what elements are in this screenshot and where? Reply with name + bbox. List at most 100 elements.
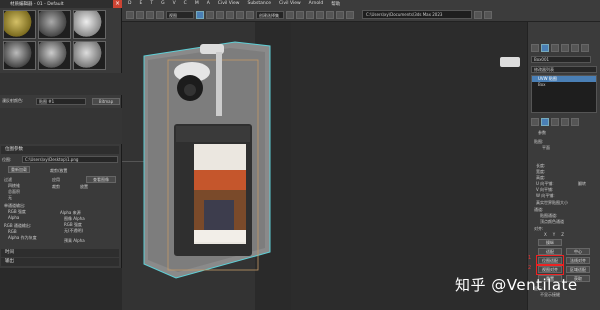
project-path[interactable]: C:\Users\xy\Documents\3ds Max 2023 bbox=[362, 10, 472, 19]
view-dropdown[interactable]: 视图 bbox=[166, 10, 194, 19]
link-icon[interactable] bbox=[146, 10, 154, 19]
planar-radio[interactable]: 平面 bbox=[542, 145, 550, 151]
mirror-icon[interactable] bbox=[286, 10, 294, 19]
premultiplied-checkbox[interactable]: 预乘 Alpha bbox=[64, 238, 85, 245]
unlink-icon[interactable] bbox=[156, 10, 164, 19]
undo-icon[interactable] bbox=[126, 10, 134, 19]
material-slot[interactable] bbox=[3, 41, 36, 70]
view-image-button[interactable]: 查看图像 bbox=[86, 176, 116, 183]
render-setup-icon[interactable] bbox=[336, 10, 344, 19]
flip-u-checkbox[interactable]: 翻转 bbox=[578, 181, 586, 187]
map-name-field[interactable]: 贴图 #1 bbox=[36, 98, 86, 105]
menu-bar: D E T G V C M A Civil View Substance Civ… bbox=[122, 0, 600, 7]
menu-item[interactable]: M bbox=[195, 1, 199, 6]
show-end-icon[interactable] bbox=[541, 118, 549, 126]
alignment-label: 对齐: bbox=[534, 226, 544, 231]
menu-item[interactable]: Arnold bbox=[309, 1, 324, 6]
scale-icon[interactable] bbox=[226, 10, 234, 19]
crop-radio[interactable]: 裁剪 bbox=[52, 184, 60, 191]
slot-toolbar bbox=[0, 73, 122, 95]
bitmap-rollout-header[interactable]: 位图参数 bbox=[1, 146, 119, 154]
highlight-number-1: 1 bbox=[528, 255, 532, 261]
configure-icon[interactable] bbox=[571, 118, 579, 126]
material-slot[interactable] bbox=[38, 41, 71, 70]
chevron-right-icon[interactable] bbox=[484, 10, 492, 19]
display-tab-icon[interactable] bbox=[571, 44, 579, 52]
unique-icon[interactable] bbox=[551, 118, 559, 126]
motion-tab-icon[interactable] bbox=[561, 44, 569, 52]
panel-tabs bbox=[531, 44, 589, 52]
select-icon[interactable] bbox=[196, 10, 204, 19]
axis-y-radio[interactable]: Y bbox=[553, 232, 555, 237]
layer-icon[interactable] bbox=[306, 10, 314, 19]
close-icon[interactable]: × bbox=[113, 0, 122, 8]
material-editor-window: 材质编辑器 - 01 - Default × 漫反射颜色: 贴图 #1 Bitm… bbox=[0, 0, 122, 268]
material-slot[interactable] bbox=[73, 10, 106, 39]
output-rollout-header[interactable]: 输出 bbox=[1, 258, 119, 266]
menu-item[interactable]: 帮助 bbox=[331, 1, 340, 7]
remove-icon[interactable] bbox=[561, 118, 569, 126]
diffuse-label: 漫反射颜色: bbox=[2, 98, 24, 103]
rotate-icon[interactable] bbox=[216, 10, 224, 19]
material-slot[interactable] bbox=[38, 10, 71, 39]
axis-x-radio[interactable]: X bbox=[544, 232, 547, 237]
material-slot[interactable] bbox=[3, 10, 36, 39]
axis-z-radio[interactable]: Z bbox=[561, 232, 564, 237]
filter-none[interactable]: 无 bbox=[8, 195, 12, 202]
angle-snap-icon[interactable] bbox=[246, 10, 254, 19]
time-rollout-header[interactable]: 时间 bbox=[1, 249, 119, 257]
crop-place-label: 裁剪/放置 bbox=[50, 168, 68, 173]
normal-align-button[interactable]: 法线对齐 bbox=[566, 257, 590, 264]
render-icon[interactable] bbox=[346, 10, 354, 19]
modify-tab-icon[interactable] bbox=[541, 44, 549, 52]
pin-icon[interactable] bbox=[531, 118, 539, 126]
menu-item[interactable]: V bbox=[173, 1, 176, 6]
main-toolbar: 视图 创建选择集 C:\Users\xy\Documents\3ds Max 2… bbox=[122, 7, 600, 22]
manipulate-button[interactable]: 操纵 bbox=[538, 239, 562, 246]
menu-item[interactable]: A bbox=[207, 1, 210, 6]
menu-item[interactable]: Substance bbox=[247, 1, 271, 6]
material-slot[interactable] bbox=[73, 41, 106, 70]
place-radio[interactable]: 放置 bbox=[80, 184, 88, 191]
redo-icon[interactable] bbox=[136, 10, 144, 19]
menu-item[interactable]: T bbox=[150, 1, 153, 6]
move-icon[interactable] bbox=[206, 10, 214, 19]
menu-item[interactable]: C bbox=[184, 1, 187, 6]
bitmap-label: 位图: bbox=[2, 157, 12, 162]
apply-checkbox[interactable]: 应用 bbox=[52, 177, 60, 184]
create-tab-icon[interactable] bbox=[531, 44, 539, 52]
folder-icon[interactable] bbox=[474, 10, 482, 19]
menu-item[interactable]: D bbox=[128, 1, 131, 6]
reload-button[interactable]: 重新加载 bbox=[8, 166, 30, 173]
params-rollout-header[interactable]: 参数 bbox=[538, 130, 546, 136]
center-button[interactable]: 中心 bbox=[566, 248, 590, 255]
none-opaque-radio[interactable]: 无(不透明) bbox=[64, 228, 83, 235]
vertex-color-radio[interactable]: 顶点颜色通道 bbox=[540, 219, 564, 225]
selection-set-dropdown[interactable]: 创建选择集 bbox=[256, 10, 284, 19]
alpha-radio[interactable]: Alpha bbox=[8, 215, 19, 222]
hierarchy-tab-icon[interactable] bbox=[551, 44, 559, 52]
region-fit-button[interactable]: 区域适配 bbox=[566, 266, 590, 273]
align-icon[interactable] bbox=[296, 10, 304, 19]
snap-icon[interactable] bbox=[236, 10, 244, 19]
material-editor-icon[interactable] bbox=[326, 10, 334, 19]
highlight-number-2: 2 bbox=[528, 265, 532, 271]
real-world-checkbox[interactable]: 真实世界贴图大小 bbox=[536, 200, 568, 206]
curve-editor-icon[interactable] bbox=[316, 10, 324, 19]
viewcube-icon[interactable] bbox=[500, 57, 520, 67]
bitmap-path-button[interactable]: C:\Users\xy\Desktop\1.png bbox=[22, 156, 118, 163]
screen-footer bbox=[194, 230, 246, 242]
stack-item-box[interactable]: Box bbox=[532, 82, 596, 87]
fit-button[interactable]: 适配 bbox=[538, 248, 562, 255]
map-type-button[interactable]: Bitmap bbox=[92, 98, 120, 105]
modifier-list-dropdown[interactable]: 修改器列表 bbox=[531, 66, 597, 73]
alpha-as-gray-radio[interactable]: Alpha 作为灰度 bbox=[8, 235, 37, 242]
object-name-field[interactable]: Box001 bbox=[531, 56, 591, 63]
utilities-tab-icon[interactable] bbox=[581, 44, 589, 52]
menu-item[interactable]: E bbox=[139, 1, 142, 6]
stack-toolbar bbox=[531, 118, 579, 126]
menu-item[interactable]: G bbox=[161, 1, 165, 6]
menu-item[interactable]: Civil View bbox=[279, 1, 301, 6]
highlight-box-1 bbox=[536, 255, 564, 265]
menu-item[interactable]: Civil View bbox=[218, 1, 240, 6]
